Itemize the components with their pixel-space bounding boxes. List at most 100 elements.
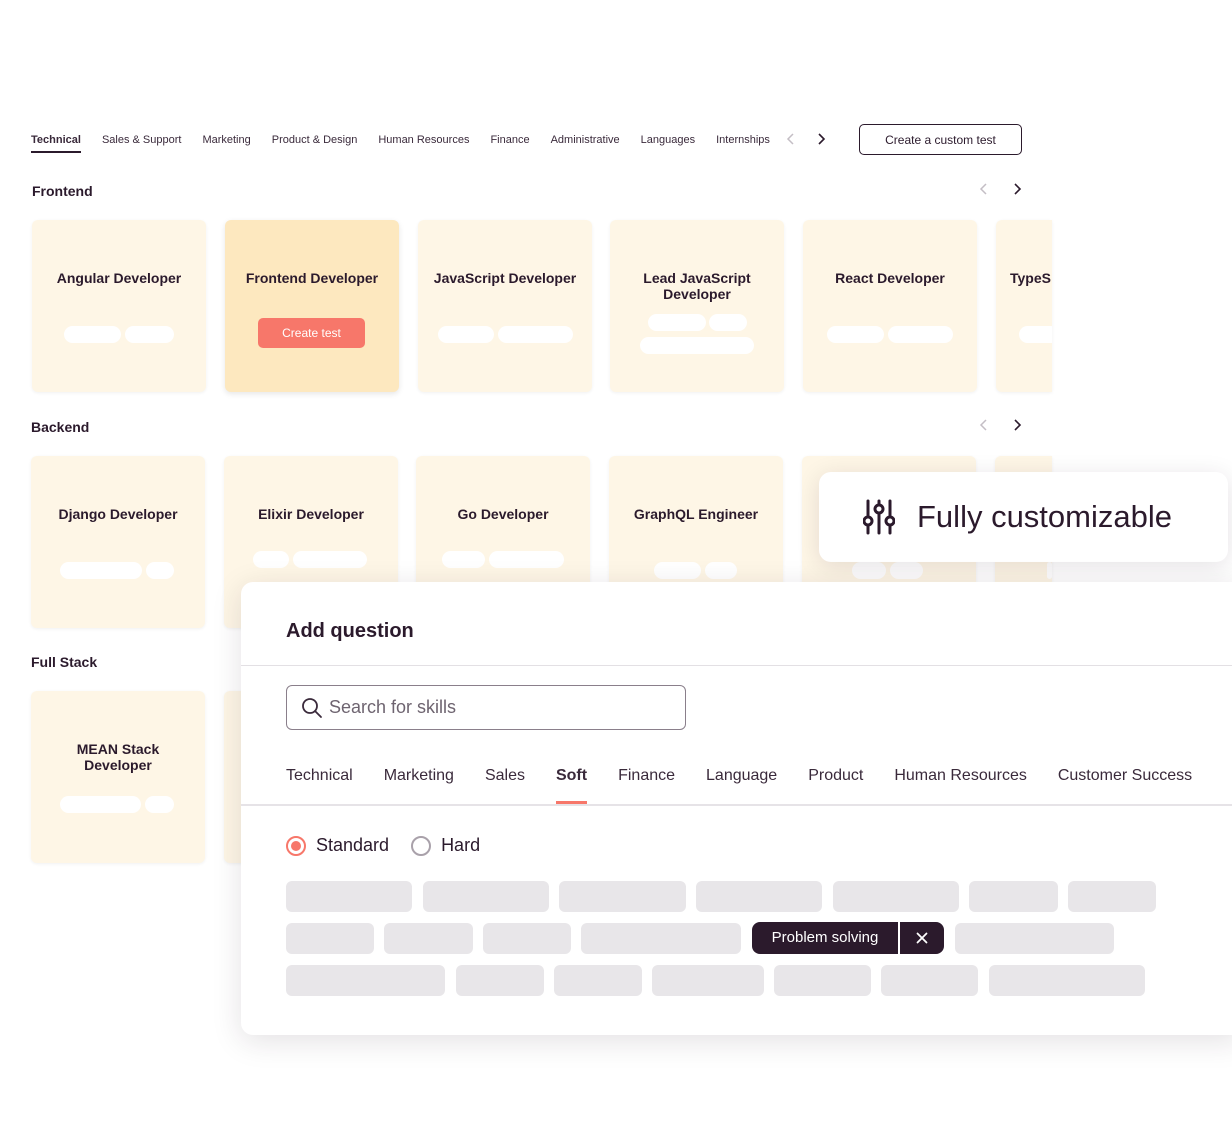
tab-human-resources[interactable]: Human Resources — [894, 767, 1027, 805]
skill-pill — [890, 562, 923, 579]
skill-tag-placeholder[interactable] — [559, 881, 686, 912]
backend-prev-arrow-icon[interactable] — [975, 416, 993, 434]
tab-finance[interactable]: Finance — [618, 767, 675, 805]
skill-pill — [253, 551, 289, 568]
skill-tag-placeholder[interactable] — [955, 923, 1114, 954]
close-icon — [916, 932, 928, 944]
card-title: Go Developer — [457, 506, 549, 522]
card-title: Lead JavaScript Developer — [643, 270, 751, 302]
card-title: Angular Developer — [56, 270, 182, 286]
test-card-react[interactable]: React Developer — [803, 220, 977, 392]
test-card-angular[interactable]: Angular Developer — [32, 220, 206, 392]
tab-administrative[interactable]: Administrative — [551, 123, 620, 157]
tab-technical[interactable]: Technical — [286, 767, 353, 805]
skill-pill — [489, 551, 564, 568]
create-test-button[interactable]: Create test — [258, 318, 365, 348]
frontend-prev-arrow-icon[interactable] — [975, 180, 993, 198]
sliders-icon — [863, 499, 895, 535]
skill-tag-placeholder[interactable] — [581, 923, 741, 954]
skill-tag-placeholder[interactable] — [554, 965, 642, 996]
skill-pill — [438, 326, 494, 343]
skill-tag-placeholder[interactable] — [774, 965, 871, 996]
skill-pill — [648, 314, 706, 331]
tab-soft[interactable]: Soft — [555, 767, 588, 805]
section-title-frontend: Frontend — [32, 183, 93, 199]
tab-marketing[interactable]: Marketing — [384, 767, 454, 805]
tab-product-design[interactable]: Product & Design — [272, 123, 358, 157]
card-title: GraphQL Engineer — [633, 506, 759, 522]
skill-tag-placeholder[interactable] — [456, 965, 544, 996]
card-title: Frontend Developer — [245, 270, 379, 286]
tab-customer-success[interactable]: Customer Success — [1058, 767, 1192, 805]
tab-sales[interactable]: Sales — [485, 767, 525, 805]
tab-human-resources[interactable]: Human Resources — [378, 123, 469, 157]
skill-pill — [852, 562, 886, 579]
tabs-next-arrow-icon[interactable] — [812, 130, 830, 148]
skill-pill — [146, 562, 174, 579]
test-card-mean-stack[interactable]: MEAN Stack Developer — [31, 691, 205, 863]
skill-pill — [705, 562, 737, 579]
skill-pill — [60, 562, 142, 579]
tab-internships[interactable]: Internships — [716, 123, 770, 157]
tab-marketing[interactable]: Marketing — [202, 123, 250, 157]
skill-pill — [498, 326, 573, 343]
selected-skill-chip[interactable]: Problem solving — [752, 922, 944, 954]
remove-skill-button[interactable] — [900, 932, 944, 944]
radio-label: Hard — [441, 835, 481, 855]
tab-product[interactable]: Product — [808, 767, 863, 805]
tabs-prev-arrow-icon[interactable] — [782, 130, 800, 148]
radio-hard[interactable]: Hard — [411, 835, 480, 856]
card-title: Elixir Developer — [258, 506, 364, 522]
skill-tag-placeholder[interactable] — [652, 965, 764, 996]
skill-tag-placeholder[interactable] — [969, 881, 1058, 912]
radio-label: Standard — [316, 835, 390, 855]
skill-pill — [709, 314, 747, 331]
skill-pill — [145, 796, 174, 813]
card-title: TypeS — [1010, 270, 1051, 286]
skill-tag-placeholder[interactable] — [696, 881, 822, 912]
skill-tag-placeholder[interactable] — [286, 965, 445, 996]
skill-tag-placeholder[interactable] — [286, 881, 412, 912]
tab-sales-support[interactable]: Sales & Support — [102, 123, 182, 157]
skill-pill — [888, 326, 953, 343]
page: Technical Sales & Support Marketing Prod… — [0, 0, 1232, 1124]
tab-language[interactable]: Language — [706, 767, 777, 805]
search-box[interactable] — [286, 685, 686, 730]
skill-tag-placeholder[interactable] — [881, 965, 978, 996]
card-title: React Developer — [835, 270, 945, 286]
fully-customizable-badge: Fully customizable — [819, 472, 1228, 562]
skill-tag-placeholder[interactable] — [483, 923, 571, 954]
tabs-divider — [241, 804, 1232, 806]
test-card-frontend[interactable]: Frontend Developer Create test — [225, 220, 399, 392]
skill-tag-placeholder[interactable] — [286, 923, 374, 954]
search-icon — [302, 697, 322, 718]
test-card-django[interactable]: Django Developer — [31, 456, 205, 628]
radio-standard[interactable]: Standard — [286, 835, 389, 856]
test-card-typescript-partial[interactable]: TypeS — [996, 220, 1052, 392]
tab-finance[interactable]: Finance — [490, 123, 529, 157]
skill-tag-placeholder[interactable] — [1068, 881, 1156, 912]
skill-pill — [640, 337, 754, 354]
add-question-modal: Add question Technical Marketing Sales S… — [241, 582, 1232, 1035]
card-title: Django Developer — [58, 506, 178, 522]
skill-pill — [442, 551, 485, 568]
skill-tag-placeholder[interactable] — [833, 881, 959, 912]
skill-tag-placeholder[interactable] — [989, 965, 1145, 996]
search-input[interactable] — [329, 697, 669, 718]
tab-technical[interactable]: Technical — [31, 123, 81, 157]
divider — [241, 665, 1232, 666]
skill-pill — [60, 796, 141, 813]
skill-tag-placeholder[interactable] — [423, 881, 549, 912]
tab-languages[interactable]: Languages — [641, 123, 695, 157]
skill-pill — [1019, 326, 1052, 343]
backend-next-arrow-icon[interactable] — [1008, 416, 1026, 434]
frontend-next-arrow-icon[interactable] — [1008, 180, 1026, 198]
create-custom-test-button[interactable]: Create a custom test — [859, 124, 1022, 155]
card-title: MEAN Stack Developer — [76, 741, 160, 773]
badge-text: Fully customizable — [917, 499, 1172, 534]
category-tabs: Technical Sales & Support Marketing Prod… — [31, 123, 791, 157]
skill-tag-placeholder[interactable] — [384, 923, 473, 954]
test-card-lead-javascript[interactable]: Lead JavaScript Developer — [610, 220, 784, 392]
test-card-javascript[interactable]: JavaScript Developer — [418, 220, 592, 392]
modal-title: Add question — [286, 620, 414, 642]
